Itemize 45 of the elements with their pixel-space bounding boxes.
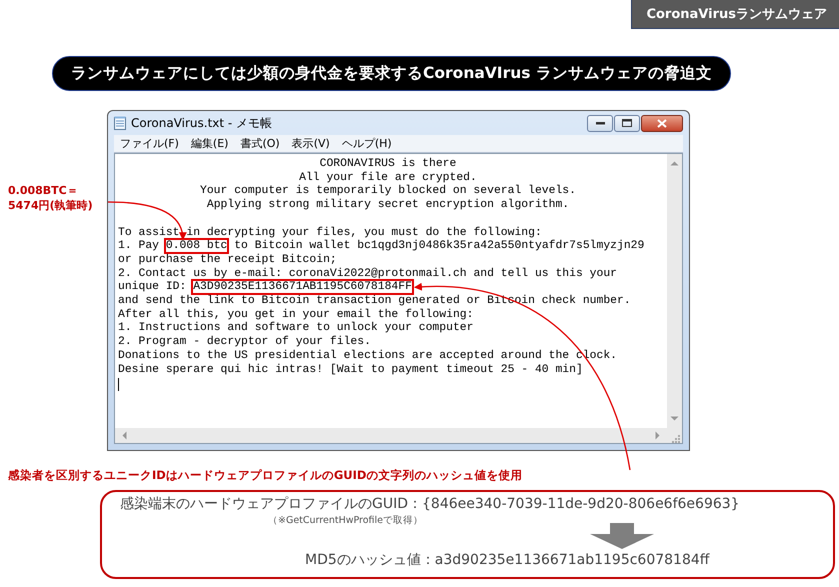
notepad-icon <box>114 116 126 130</box>
close-button[interactable] <box>641 114 683 132</box>
annotation-text: 感染者を区別するユニークIDはハードウェアプロファイルのGUIDの文字列のハッシュ値を使用 <box>8 468 522 483</box>
scroll-down-icon[interactable] <box>670 416 679 422</box>
text-line: or purchase the receipt Bitcoin; <box>118 254 338 268</box>
vertical-scrollbar[interactable] <box>667 154 682 428</box>
text-line: Applying strong military secret encryption algorithm. <box>206 199 570 213</box>
menu-item[interactable]: 書式(O) <box>240 136 280 151</box>
price-note: 5474円(執筆時) <box>8 198 94 213</box>
text-line: After all this, you get in your email the following: <box>118 308 474 322</box>
window-title: CoronaVirus.txt - メモ帳 <box>131 114 274 132</box>
menu-item[interactable]: 編集(E) <box>190 136 228 151</box>
headline: ランサムウェアにしては少額の身代金を要求するCoronaVIrus ランサムウェアの脅迫文 <box>52 56 731 91</box>
md5-hash-text: MD5のハッシュ値：a3d90235e1136671ab1195c6078184ff <box>305 552 711 569</box>
text-line: All your file are crypted. <box>298 172 478 184</box>
message-text: unique ID: <box>118 281 188 294</box>
minimize-icon <box>596 121 604 125</box>
menu-item[interactable]: 表示(V) <box>292 136 330 151</box>
scroll-right-icon[interactable] <box>655 431 661 440</box>
menu-item[interactable]: ヘルプ(H) <box>342 136 392 151</box>
text-line: 1. Instructions and software to unlock your computer <box>118 322 474 336</box>
price-note: 0.008BTC＝ <box>8 183 79 198</box>
maximize-button[interactable] <box>614 114 640 132</box>
down-arrow-icon <box>590 523 654 549</box>
section-badge: CoronaVirusランサムウェア <box>631 0 839 29</box>
scroll-up-icon[interactable] <box>670 160 679 166</box>
horizontal-scrollbar[interactable] <box>115 428 667 443</box>
message-text: 1. Pay <box>118 240 160 252</box>
text-line: Desine sperare qui hic intras! [Wait to payment timeout 25 - 40 min] <box>118 364 584 378</box>
text-line: 2. Program - decryptor of your files. <box>118 336 372 350</box>
close-icon <box>657 118 667 128</box>
highlighted-text: 0.008 btc <box>166 240 228 252</box>
guid-text: 感染端末のハードウェアプロファイルのGUID：{846ee340-7039-11de-9d20-806e6f6e6963} <box>120 496 741 513</box>
highlighted-text: A3D90235E1136671AB1195C6078184FF <box>193 281 412 294</box>
text-line: 2. Contact us by e-mail: coronaVi2022@protonmail.ch and tell us this your <box>118 268 618 280</box>
menu-item[interactable]: ファイル(F) <box>120 136 179 151</box>
text-line: CORONAVIRUS is there <box>318 158 458 172</box>
message-text: to Bitcoin wallet bc1qgd3nj0486k35ra42a550ntyafdr7s5lmyzjn29 <box>233 240 644 252</box>
resize-grip-icon[interactable] <box>672 435 680 443</box>
source-note: （※GetCurrentHwProfileで取得） <box>268 515 424 527</box>
scroll-left-icon[interactable] <box>121 431 127 440</box>
minimize-button[interactable] <box>587 114 613 132</box>
maximize-icon <box>622 119 632 127</box>
text-line: Your computer is temporarily blocked on several levels. <box>199 185 577 198</box>
text-line: To assist in decrypting your files, you must do the following: <box>118 226 543 240</box>
